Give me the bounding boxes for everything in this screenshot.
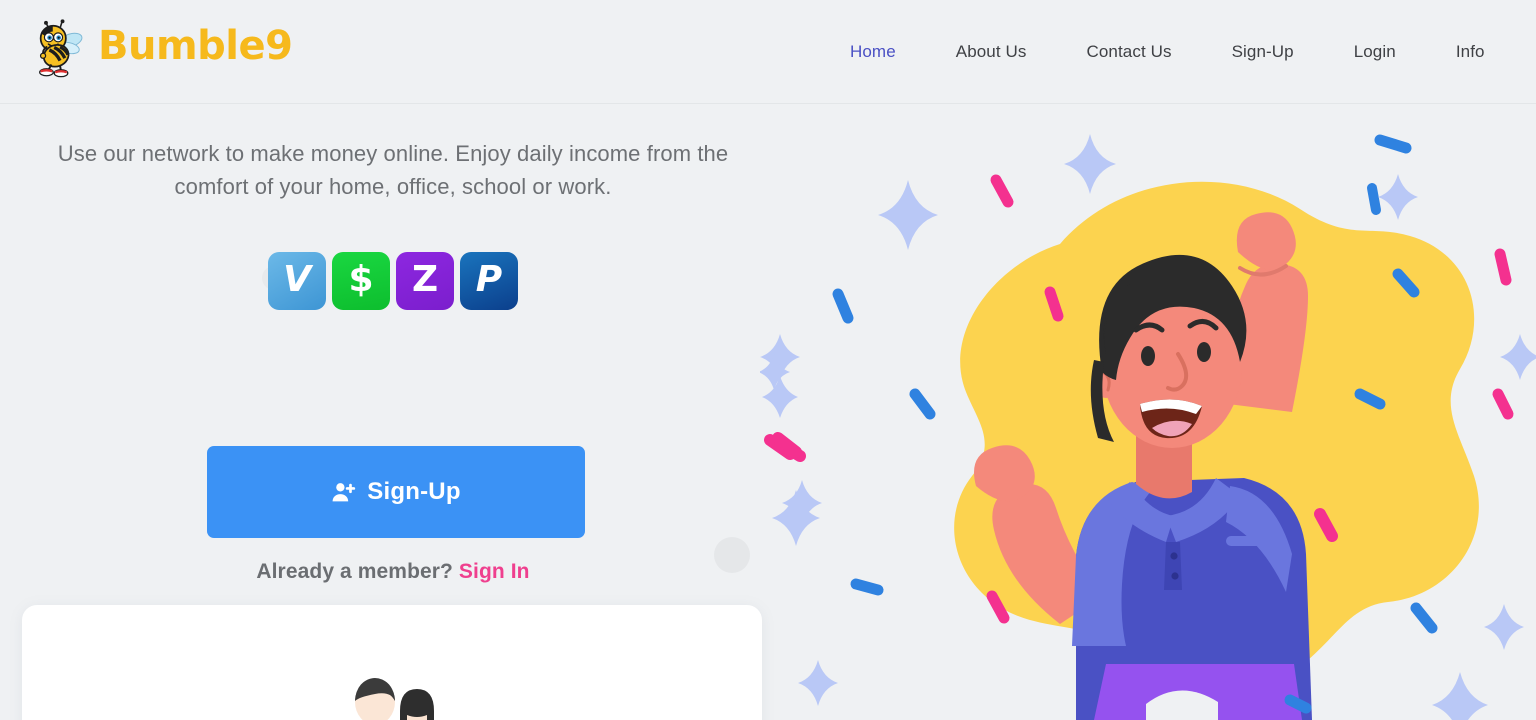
couple-avatars-icon xyxy=(355,678,434,720)
nav-item-login[interactable]: Login xyxy=(1324,42,1426,62)
hero-tagline-line2: comfort of your home, office, school or … xyxy=(174,174,612,199)
testimonial-card xyxy=(22,605,762,720)
nav-item-home[interactable]: Home xyxy=(820,42,926,62)
decorative-circle-large xyxy=(714,537,750,573)
bee-icon xyxy=(39,19,83,78)
sign-in-link[interactable]: Sign In xyxy=(459,560,530,583)
celebrating-man-illustration xyxy=(760,134,1536,720)
sign-up-button-label: Sign-Up xyxy=(367,478,461,505)
site-header: Bumble9 Home About Us Contact Us Sign-Up… xyxy=(0,0,1536,104)
user-plus-icon xyxy=(332,482,356,501)
main-navigation: Home About Us Contact Us Sign-Up Login I… xyxy=(820,0,1515,104)
page-root: Bumble9 Home About Us Contact Us Sign-Up… xyxy=(0,0,1536,720)
venmo-icon[interactable]: V xyxy=(268,252,326,310)
nav-item-info[interactable]: Info xyxy=(1426,42,1515,62)
hero-illustration xyxy=(760,104,1536,720)
cashapp-glyph: $ xyxy=(348,258,374,300)
paypal-glyph: P xyxy=(475,258,503,300)
member-prompt: Already a member? Sign In xyxy=(32,560,754,584)
brand-logo[interactable]: Bumble9 xyxy=(30,8,293,88)
sign-up-button[interactable]: Sign-Up xyxy=(207,446,585,538)
zelle-icon[interactable]: Z xyxy=(396,252,454,310)
hero-tagline-line1: Use our network to make money online. En… xyxy=(57,141,729,166)
nav-item-contact-us[interactable]: Contact Us xyxy=(1056,42,1201,62)
payment-methods-row: V $ Z P xyxy=(268,252,518,310)
hero-tagline: Use our network to make money online. En… xyxy=(32,137,754,203)
zelle-glyph: Z xyxy=(411,258,439,300)
member-prompt-text: Already a member? xyxy=(256,560,453,583)
cashapp-icon[interactable]: $ xyxy=(332,252,390,310)
venmo-glyph: V xyxy=(283,258,311,300)
brand-name: Bumble9 xyxy=(98,23,293,69)
nav-item-about-us[interactable]: About Us xyxy=(926,42,1057,62)
nav-item-sign-up[interactable]: Sign-Up xyxy=(1202,42,1324,62)
paypal-icon[interactable]: P xyxy=(460,252,518,310)
